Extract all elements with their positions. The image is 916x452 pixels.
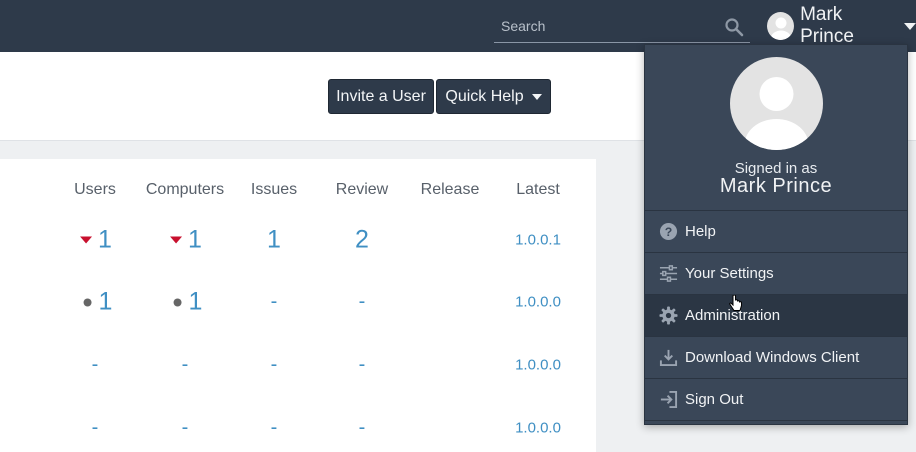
cell-computers: - xyxy=(181,353,189,376)
computers-value: 1 xyxy=(188,287,203,316)
chevron-down-icon xyxy=(904,22,916,30)
dot-icon xyxy=(173,298,182,306)
column-header-users[interactable]: Users xyxy=(74,181,116,199)
cell-latest[interactable]: 1.0.0.1 xyxy=(515,232,561,249)
triangle-down-icon xyxy=(170,236,183,244)
menu-item-label: Download Windows Client xyxy=(685,349,860,366)
user-menu-toggle[interactable]: Mark Prince xyxy=(767,4,916,47)
column-header-release[interactable]: Release xyxy=(421,181,480,199)
search-box xyxy=(494,10,750,43)
cell-users[interactable]: 1 xyxy=(80,226,112,255)
avatar xyxy=(730,57,823,150)
menu-item-administration[interactable]: Administration xyxy=(645,295,907,337)
profile-name: Mark Prince xyxy=(719,175,833,197)
menu-item-your-settings[interactable]: Your Settings xyxy=(645,253,907,295)
menu-item-label: Sign Out xyxy=(685,391,744,408)
menu-item-sign-out[interactable]: Sign Out xyxy=(645,379,907,421)
menu-item-label: Your Settings xyxy=(685,265,774,282)
column-header-issues[interactable]: Issues xyxy=(251,181,297,199)
cell-users: - xyxy=(91,416,99,439)
avatar xyxy=(767,12,795,40)
dot-icon xyxy=(83,298,92,306)
download-icon xyxy=(658,348,678,368)
invite-user-button[interactable]: Invite a User xyxy=(328,79,434,114)
cell-computers: - xyxy=(181,416,189,439)
quick-help-label: Quick Help xyxy=(445,87,524,105)
cell-issues: - xyxy=(270,353,278,376)
menu-item-label: Help xyxy=(685,223,716,240)
column-header-computers[interactable]: Computers xyxy=(146,181,224,199)
svg-text:?: ? xyxy=(664,225,672,239)
cell-review[interactable]: 2 xyxy=(355,226,369,255)
cell-review: - xyxy=(358,290,366,313)
column-header-review[interactable]: Review xyxy=(336,181,388,199)
cell-computers[interactable]: 1 xyxy=(173,287,203,317)
cell-latest[interactable]: 1.0.0.0 xyxy=(515,294,561,311)
search-icon[interactable] xyxy=(724,17,744,37)
users-value: 1 xyxy=(98,225,112,254)
cell-issues[interactable]: 1 xyxy=(267,226,281,255)
quick-help-button[interactable]: Quick Help xyxy=(436,79,551,114)
cell-issues: - xyxy=(270,416,278,439)
cell-review: - xyxy=(358,353,366,376)
menu-item-help[interactable]: ? Help xyxy=(645,211,907,253)
invite-user-label: Invite a User xyxy=(336,87,426,105)
computers-value: 1 xyxy=(188,225,202,254)
cell-issues: - xyxy=(270,290,278,313)
menu-item-download-windows-client[interactable]: Download Windows Client xyxy=(645,337,907,379)
cell-latest[interactable]: 1.0.0.0 xyxy=(515,420,561,437)
gear-icon xyxy=(658,306,678,326)
search-input[interactable] xyxy=(494,10,714,42)
caret-down-icon xyxy=(531,93,542,100)
cell-review: - xyxy=(358,416,366,439)
users-value: 1 xyxy=(98,287,113,316)
user-name: Mark Prince xyxy=(800,4,854,47)
cell-users: - xyxy=(91,353,99,376)
profile-section: Signed in as Mark Prince xyxy=(645,45,907,211)
cell-users[interactable]: 1 xyxy=(83,287,113,317)
sliders-icon xyxy=(658,264,678,284)
question-circle-icon: ? xyxy=(658,222,678,242)
cell-latest[interactable]: 1.0.0.0 xyxy=(515,357,561,374)
sign-out-icon xyxy=(658,390,678,410)
pointer-cursor-icon xyxy=(729,295,742,311)
cell-computers[interactable]: 1 xyxy=(170,226,202,255)
user-dropdown-menu: Signed in as Mark Prince ? Help Your Set… xyxy=(644,44,908,425)
summary-table: Users Computers Issues Review Release La… xyxy=(0,159,596,452)
triangle-down-icon xyxy=(80,236,93,244)
column-header-latest[interactable]: Latest xyxy=(516,181,560,199)
